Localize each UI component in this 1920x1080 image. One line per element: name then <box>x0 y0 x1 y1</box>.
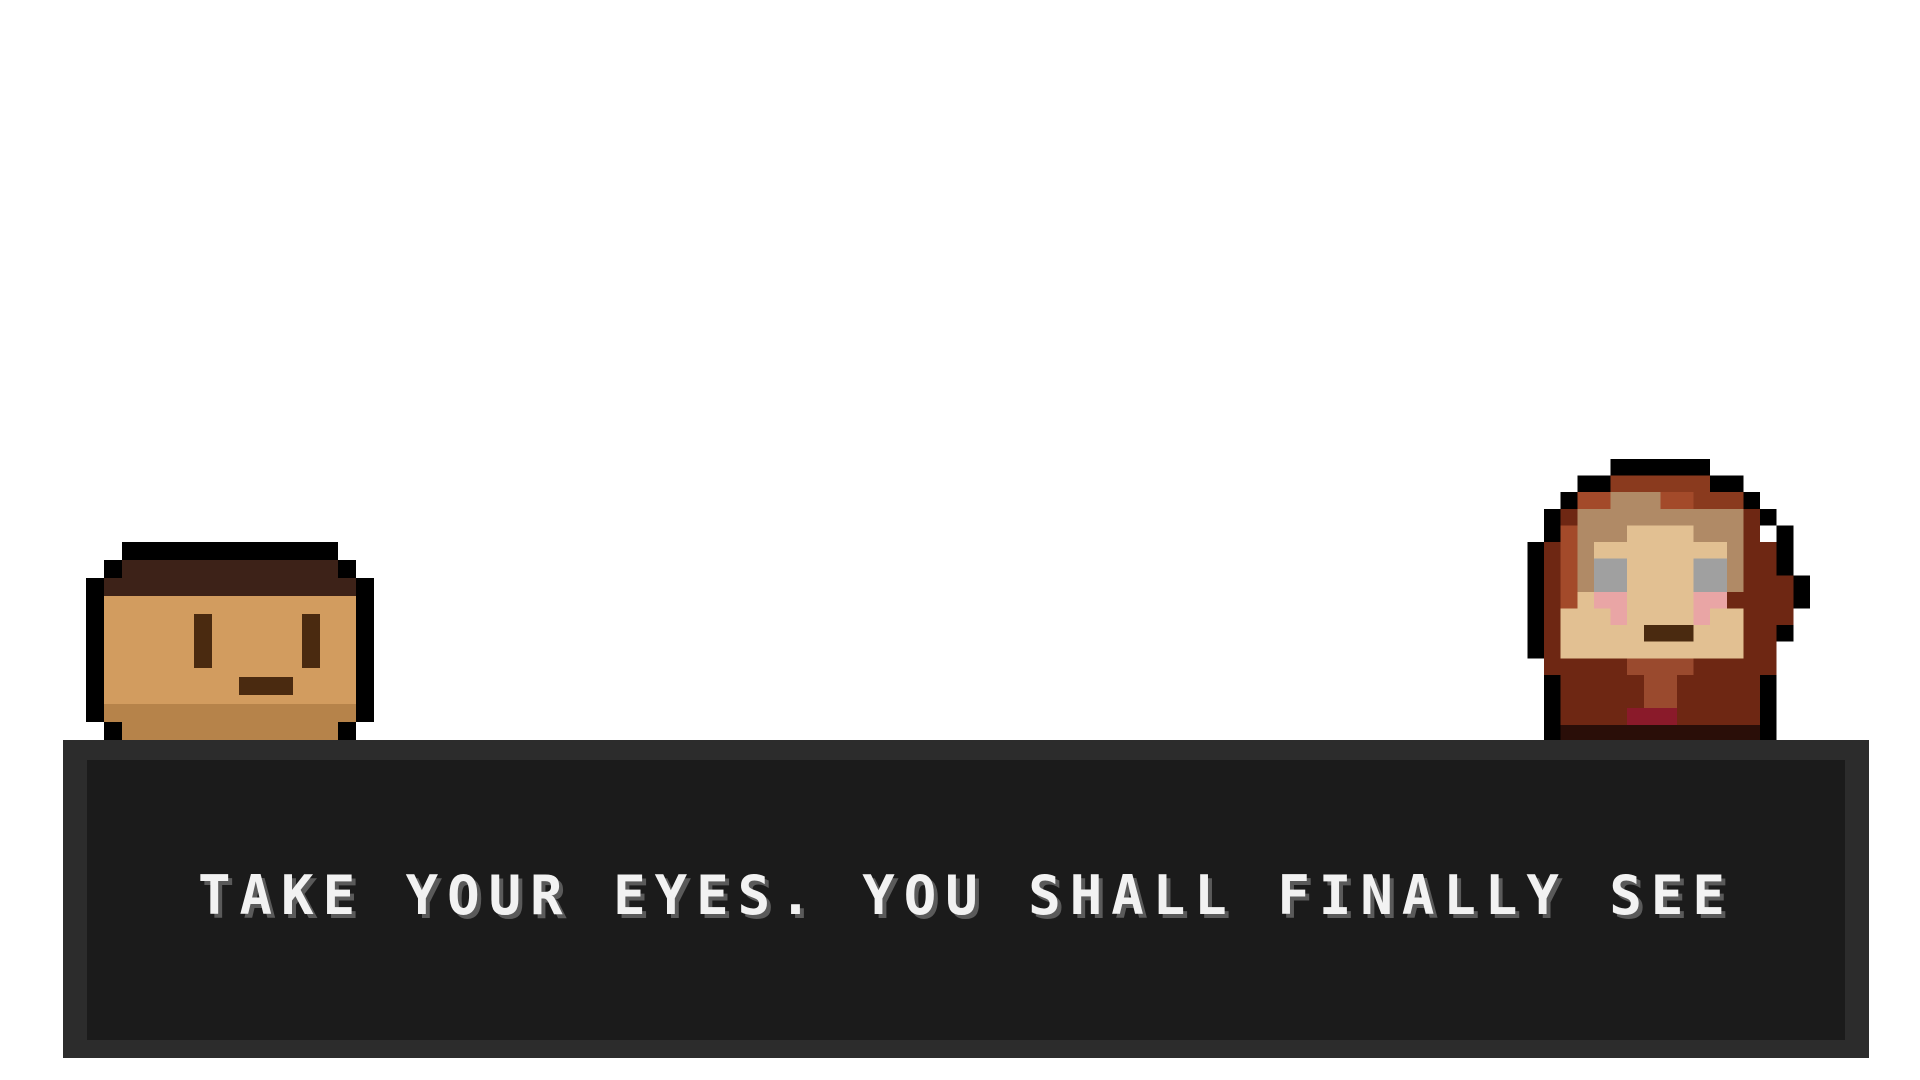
red-haired-woman-head-icon <box>1527 459 1810 742</box>
dialog-box[interactable]: TAKE YOUR EYES. YOU SHALL FINALLY SEE <box>63 740 1869 1058</box>
left-character-portrait <box>86 542 374 758</box>
dialog-panel: TAKE YOUR EYES. YOU SHALL FINALLY SEE <box>87 760 1845 1040</box>
game-scene: TAKE YOUR EYES. YOU SHALL FINALLY SEE <box>0 0 1920 1080</box>
dialog-text: TAKE YOUR EYES. YOU SHALL FINALLY SEE <box>198 864 1734 927</box>
right-character-portrait <box>1527 459 1810 742</box>
dark-haired-man-head-icon <box>86 542 374 758</box>
